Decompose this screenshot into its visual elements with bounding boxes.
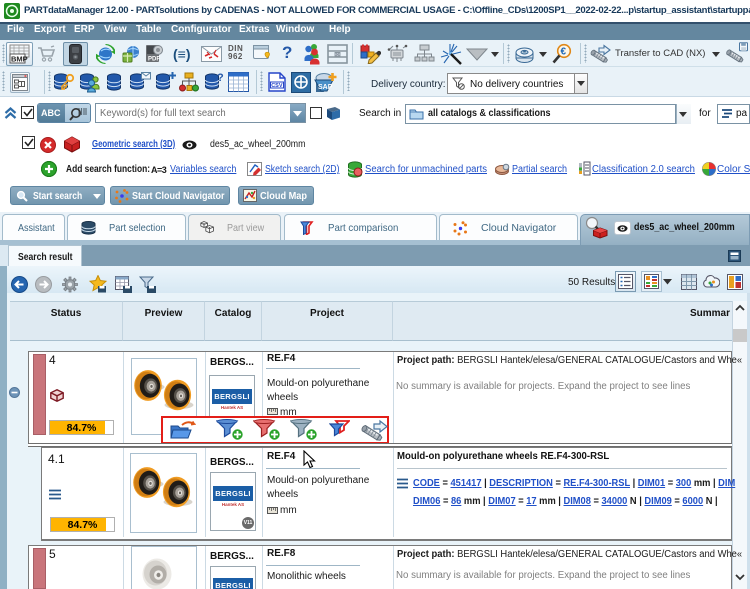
svg-text:?: ? [217, 72, 224, 84]
svg-text:PDF: PDF [148, 57, 160, 63]
svg-text:€: € [561, 47, 567, 58]
svg-text:CSV: CSV [271, 83, 283, 89]
svg-text:SAP: SAP [318, 84, 333, 91]
svg-text:BMP: BMP [11, 55, 28, 64]
